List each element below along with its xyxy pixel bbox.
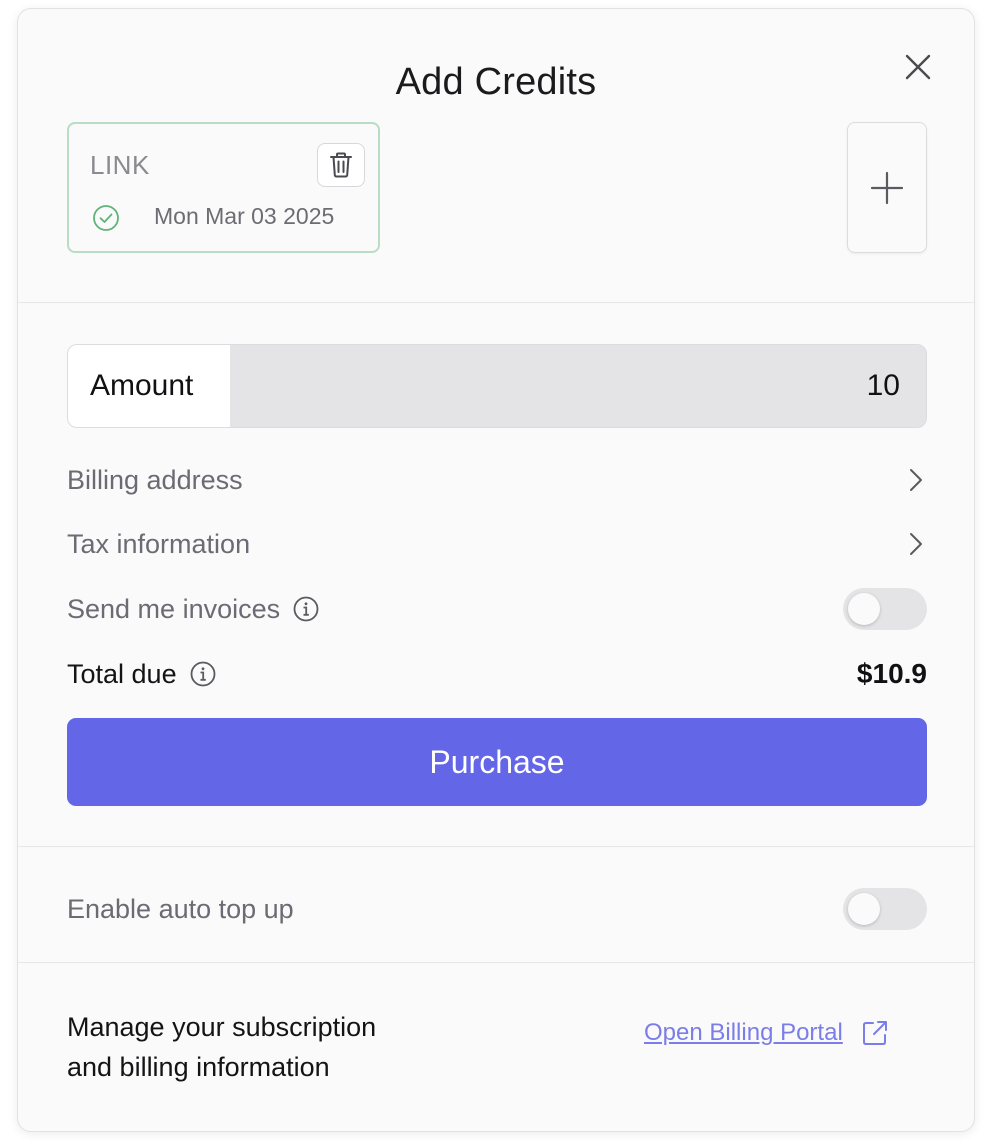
billing-address-label: Billing address [67,464,243,495]
tax-information-row[interactable]: Tax information [67,522,927,566]
add-credits-dialog: Add Credits LINK Mon Mar 03 2025 Amount [17,8,975,1132]
add-payment-method-button[interactable] [847,122,927,253]
purchase-button[interactable]: Purchase [67,718,927,806]
total-due-label: Total due [67,658,177,689]
billing-address-row[interactable]: Billing address [67,458,927,502]
check-circle-icon [93,205,119,231]
total-due-value: $10.9 [856,658,927,689]
amount-input[interactable] [230,345,926,427]
payment-method-date: Mon Mar 03 2025 [154,203,335,229]
billing-portal-description-line1: Manage your subscription [67,1012,377,1042]
close-button[interactable] [898,47,938,87]
amount-field: Amount [67,344,927,428]
payment-method-card[interactable]: LINK Mon Mar 03 2025 [67,122,380,253]
toggle-knob [848,893,880,925]
tax-information-label: Tax information [67,528,251,559]
external-link-icon [862,1021,887,1045]
auto-top-up-label: Enable auto top up [67,893,294,924]
section-divider [18,962,974,963]
close-icon [905,54,931,80]
info-icon[interactable] [292,595,320,623]
section-divider [18,302,974,303]
info-icon[interactable] [189,660,217,688]
chevron-right-icon [905,465,927,495]
send-invoices-toggle[interactable] [843,588,927,630]
section-divider [18,846,974,847]
billing-portal-description-line2: and billing information [67,1052,330,1082]
plus-icon [870,171,904,204]
billing-portal-description: Manage your subscription and billing inf… [67,1007,487,1087]
auto-top-up-row: Enable auto top up [67,887,927,931]
total-due-label-group: Total due [67,659,217,690]
delete-payment-method-button[interactable] [317,143,365,187]
amount-label: Amount [68,345,230,427]
send-invoices-label: Send me invoices [67,593,281,624]
dialog-title: Add Credits [395,61,597,103]
trash-icon [330,152,352,178]
chevron-right-icon [905,529,927,559]
payment-method-brand: LINK [90,150,150,180]
send-invoices-label-group: Send me invoices [67,594,320,625]
total-due-row: Total due $10.9 [67,652,927,696]
toggle-knob [848,593,880,625]
auto-top-up-toggle[interactable] [843,888,927,930]
send-invoices-row: Send me invoices [67,587,927,631]
open-billing-portal-label: Open Billing Portal [644,1019,843,1046]
open-billing-portal-link[interactable]: Open Billing Portal [644,1019,889,1047]
